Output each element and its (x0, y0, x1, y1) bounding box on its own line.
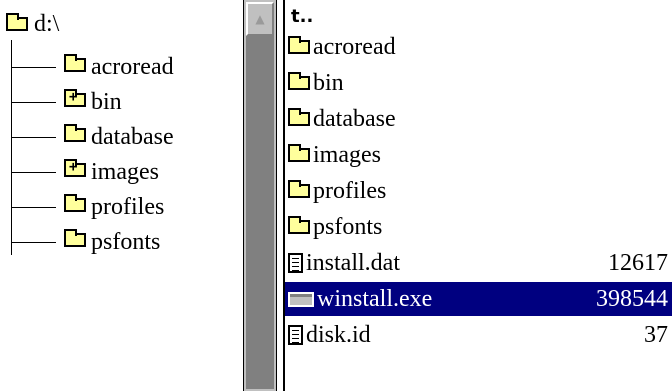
list-item-name: database (313, 106, 396, 132)
scroll-up-button[interactable]: ▲ (246, 2, 274, 36)
document-icon (288, 253, 303, 273)
tree-item-label: acroread (91, 54, 174, 80)
file-size: 12617 (608, 250, 668, 276)
list-item-folder[interactable]: bin (285, 66, 672, 100)
folder-expand-icon[interactable] (64, 88, 86, 107)
file-manager-window: d:\ acroread bin database images profile… (0, 0, 672, 391)
tree-branch-line (12, 66, 56, 68)
list-item-file[interactable]: install.dat 12617 (285, 246, 672, 280)
tree-scrollbar[interactable]: ▲ (243, 0, 277, 391)
list-item-name: acroread (313, 34, 396, 60)
list-item-name: winstall.exe (317, 286, 433, 312)
list-item-file-selected[interactable]: winstall.exe 398544 (285, 282, 672, 316)
folder-icon (288, 108, 310, 126)
tree-branch-line (12, 171, 56, 173)
folder-icon (64, 123, 86, 142)
folder-icon (288, 144, 310, 162)
tree-item-label: psfonts (91, 229, 161, 255)
parent-directory-item[interactable]: t.. (291, 4, 313, 30)
folder-icon (288, 36, 310, 54)
list-item-name: bin (313, 70, 344, 96)
file-size: 398544 (596, 286, 668, 312)
list-item-folder[interactable]: psfonts (285, 210, 672, 244)
tree-item-database[interactable]: database (12, 121, 174, 153)
list-item-name: psfonts (313, 214, 383, 240)
folder-open-icon (6, 13, 28, 31)
tree-item-label: bin (91, 89, 122, 115)
tree-root-label: d:\ (34, 11, 60, 37)
triangle-up-icon: ▲ (255, 12, 265, 26)
pane-divider[interactable] (277, 0, 285, 391)
list-item-name: disk.id (306, 322, 371, 348)
tree-branch-line (12, 136, 56, 138)
tree-item-bin[interactable]: bin (12, 86, 122, 118)
folder-expand-icon[interactable] (64, 158, 86, 177)
list-item-folder[interactable]: database (285, 102, 672, 136)
tree-item-label: profiles (91, 194, 165, 220)
directory-tree: d:\ acroread bin database images profile… (0, 0, 243, 391)
tree-root-item[interactable]: d:\ (6, 8, 59, 40)
folder-icon (288, 180, 310, 198)
scroll-track[interactable] (246, 36, 274, 389)
list-item-name: install.dat (306, 250, 400, 276)
tree-branch-line (12, 241, 56, 243)
file-size: 37 (644, 322, 668, 348)
tree-item-profiles[interactable]: profiles (12, 191, 164, 223)
tree-branch-line (12, 101, 56, 103)
executable-icon (288, 291, 314, 307)
list-item-folder[interactable]: acroread (285, 30, 672, 64)
list-item-name: profiles (313, 178, 387, 204)
list-item-folder[interactable]: profiles (285, 174, 672, 208)
document-icon (288, 325, 303, 345)
tree-branch-line (12, 206, 56, 208)
tree-item-acroread[interactable]: acroread (12, 51, 174, 83)
tree-item-psfonts[interactable]: psfonts (12, 226, 160, 258)
folder-icon (64, 228, 86, 247)
folder-icon (288, 72, 310, 90)
folder-icon (64, 53, 86, 72)
list-item-name: images (313, 142, 381, 168)
list-item-folder[interactable]: images (285, 138, 672, 172)
folder-icon (64, 193, 86, 212)
tree-item-images[interactable]: images (12, 156, 159, 188)
tree-item-label: database (91, 124, 174, 150)
tree-item-label: images (91, 159, 159, 185)
up-arrow-icon: t.. (291, 6, 314, 27)
folder-icon (288, 216, 310, 234)
file-list: t.. acroread bin database images profile… (285, 0, 672, 391)
list-item-file[interactable]: disk.id 37 (285, 318, 672, 352)
